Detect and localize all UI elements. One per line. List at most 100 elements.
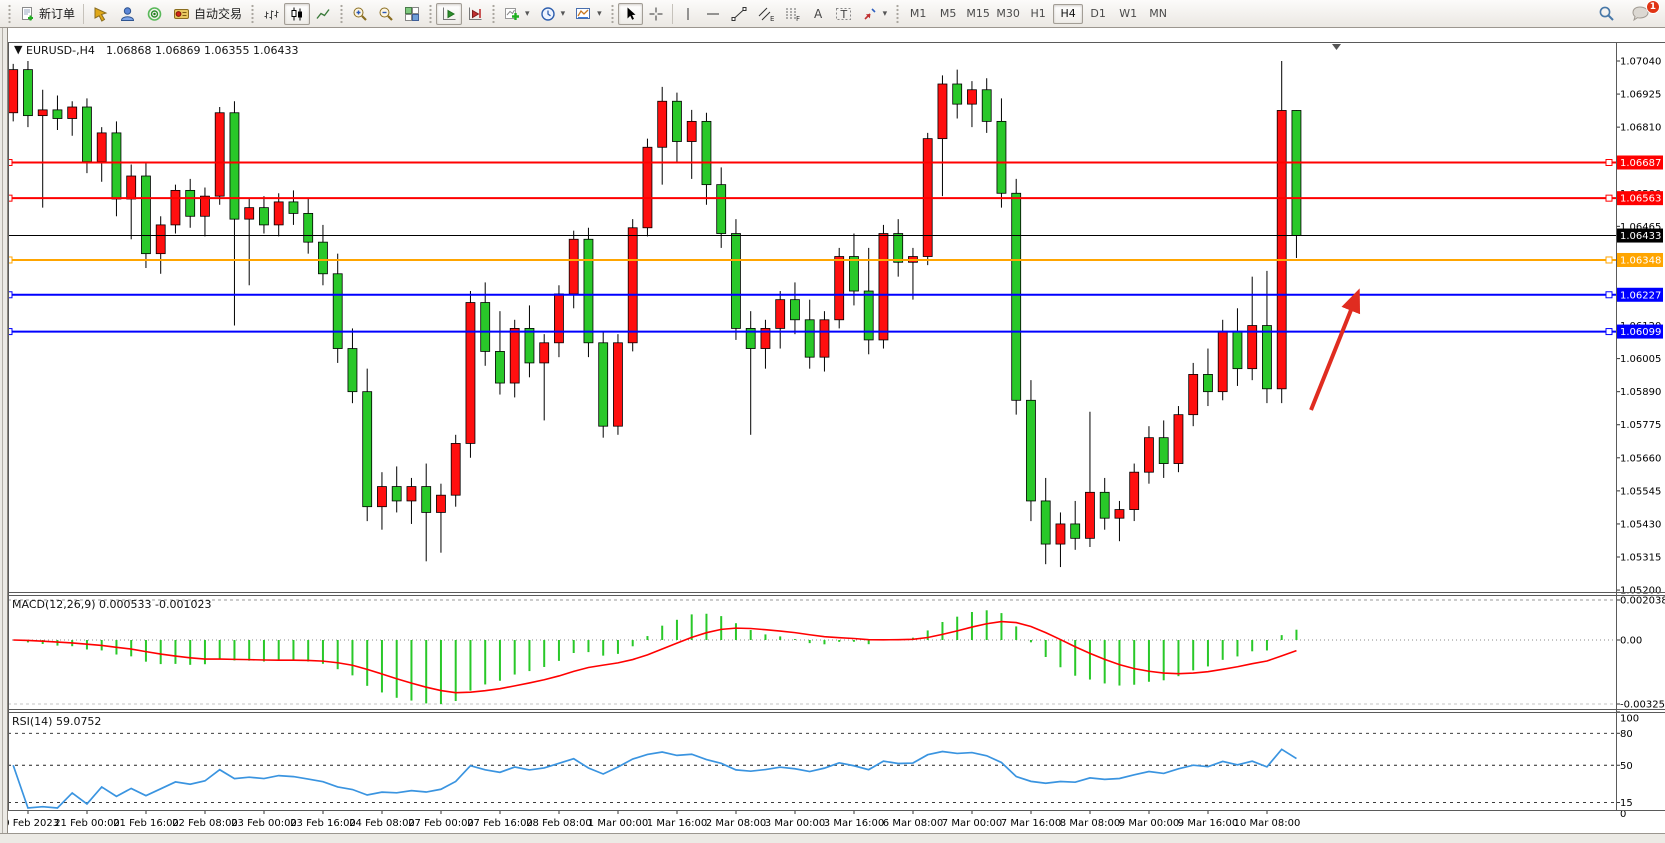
separator [83, 4, 84, 24]
line-anchor[interactable] [1606, 160, 1612, 166]
time-axis-label: 23 Feb 00:00 [231, 818, 297, 829]
horizontal-line-button[interactable] [700, 3, 726, 25]
line-anchor[interactable] [1606, 329, 1612, 335]
auto-trading-icon [173, 6, 190, 21]
candle [731, 219, 740, 340]
time-axis-label: 22 Feb 08:00 [172, 818, 238, 829]
candle [215, 107, 224, 205]
zoom-out-button[interactable] [373, 3, 399, 25]
candle [1277, 61, 1286, 403]
zoom-out-icon [378, 6, 394, 22]
separator [672, 4, 673, 24]
toolbar-grip[interactable] [7, 4, 12, 24]
time-axis-label: 9 Mar 16:00 [1178, 818, 1238, 829]
zoom-in-icon [352, 6, 368, 22]
toolbar-grip[interactable] [895, 4, 900, 24]
bar-chart-icon [263, 6, 279, 22]
auto-scroll-button[interactable] [436, 3, 462, 25]
equidistant-channel-button[interactable]: E [752, 3, 779, 25]
market-watch-button[interactable] [87, 3, 114, 25]
auto-scroll-icon [441, 6, 457, 22]
text-label-icon: T [835, 6, 852, 22]
chevron-down-icon: ▾ [525, 9, 530, 19]
fibonacci-button[interactable]: F [779, 3, 806, 25]
price-tag-label: 1.06099 [1620, 327, 1661, 338]
chart-canvas[interactable]: 1.070401.069251.068101.066951.065801.064… [0, 0, 1665, 843]
toolbar-grip[interactable] [610, 4, 615, 24]
timeframe-w1[interactable]: W1 [1113, 4, 1143, 24]
candle [1026, 380, 1035, 521]
clock-icon [540, 6, 556, 22]
rsi-axis-label: 100 [1620, 714, 1639, 725]
time-axis-label: 23 Feb 16:00 [290, 818, 356, 829]
trendline-button[interactable] [726, 3, 752, 25]
line-anchor[interactable] [1606, 195, 1612, 201]
timeframe-m30[interactable]: M30 [993, 4, 1023, 24]
timeframe-h4[interactable]: H4 [1053, 4, 1083, 24]
time-axis-label: 24 Feb 08:00 [349, 818, 415, 829]
search-button[interactable] [1593, 3, 1620, 25]
indicators-button[interactable]: ▾ [499, 3, 535, 25]
arrows-button[interactable]: ▾ [857, 3, 893, 25]
toolbar-grip[interactable] [491, 4, 496, 24]
auto-trading-label: 自动交易 [194, 5, 242, 22]
timeframe-h1[interactable]: H1 [1023, 4, 1053, 24]
timeframe-group: M1M5M15M30H1H4D1W1MN [903, 4, 1173, 24]
new-order-button[interactable]: 新订单 [15, 3, 80, 25]
candlestick-chart-button[interactable] [284, 3, 310, 25]
toolbar-grip[interactable] [250, 4, 255, 24]
templates-button[interactable]: ▾ [570, 3, 607, 25]
timeframe-mn[interactable]: MN [1143, 4, 1173, 24]
time-axis-label: 28 Feb 08:00 [526, 818, 592, 829]
timeframe-m5[interactable]: M5 [933, 4, 963, 24]
rsi-label: RSI(14) 59.0752 [12, 715, 101, 728]
svg-text:T: T [839, 8, 847, 21]
toolbar: 新订单 自动交易 [0, 0, 1665, 28]
chart-shift-button[interactable] [462, 3, 488, 25]
line-anchor[interactable] [1606, 292, 1612, 298]
time-axis-label: 7 Mar 16:00 [1001, 818, 1061, 829]
candle [141, 162, 150, 268]
macd-axis-label: 0.002038 [1620, 596, 1665, 607]
horizontal-line-icon [705, 6, 721, 22]
accounts-button[interactable] [114, 3, 141, 25]
time-axis-label: 7 Mar 00:00 [942, 818, 1002, 829]
fibonacci-icon: F [784, 6, 801, 22]
trendline-icon [731, 6, 747, 22]
crosshair-button[interactable] [643, 3, 669, 25]
candle [584, 228, 593, 357]
template-icon [575, 6, 592, 21]
rsi-axis-label: 50 [1620, 761, 1633, 772]
search-icon [1598, 5, 1615, 22]
indicators-icon [504, 6, 520, 21]
vertical-line-icon [681, 6, 695, 22]
price-axis-label: 1.05315 [1620, 553, 1661, 564]
notifications-button[interactable]: 1 [1626, 3, 1655, 25]
zoom-in-button[interactable] [347, 3, 373, 25]
chart-ohlc-values: 1.06868 1.06869 1.06355 1.06433 [106, 44, 298, 57]
chevron-down-icon: ▾ [597, 9, 602, 19]
tile-windows-button[interactable] [399, 3, 425, 25]
signals-button[interactable] [141, 3, 168, 25]
window-bottom-frame [0, 833, 1665, 843]
toolbar-grip[interactable] [428, 4, 433, 24]
text-button[interactable]: A [806, 3, 830, 25]
vertical-line-button[interactable] [676, 3, 700, 25]
cursor-icon [623, 6, 638, 22]
cursor-button[interactable] [618, 3, 643, 25]
periods-button[interactable]: ▾ [535, 3, 571, 25]
toolbar-grip[interactable] [339, 4, 344, 24]
line-anchor[interactable] [1606, 257, 1612, 263]
timeframe-m1[interactable]: M1 [903, 4, 933, 24]
price-tag-label: 1.06687 [1620, 158, 1661, 169]
timeframe-d1[interactable]: D1 [1083, 4, 1113, 24]
price-axis-label: 1.05775 [1620, 420, 1661, 431]
price-axis-label: 1.05430 [1620, 519, 1661, 530]
auto-trading-button[interactable]: 自动交易 [168, 3, 247, 25]
timeframe-m15[interactable]: M15 [963, 4, 993, 24]
line-chart-button[interactable] [310, 3, 336, 25]
text-label-button[interactable]: T [830, 3, 857, 25]
bar-chart-button[interactable] [258, 3, 284, 25]
symbol-dropdown-icon[interactable]: ▼ [14, 43, 23, 56]
price-tag-label: 1.06563 [1620, 194, 1661, 205]
